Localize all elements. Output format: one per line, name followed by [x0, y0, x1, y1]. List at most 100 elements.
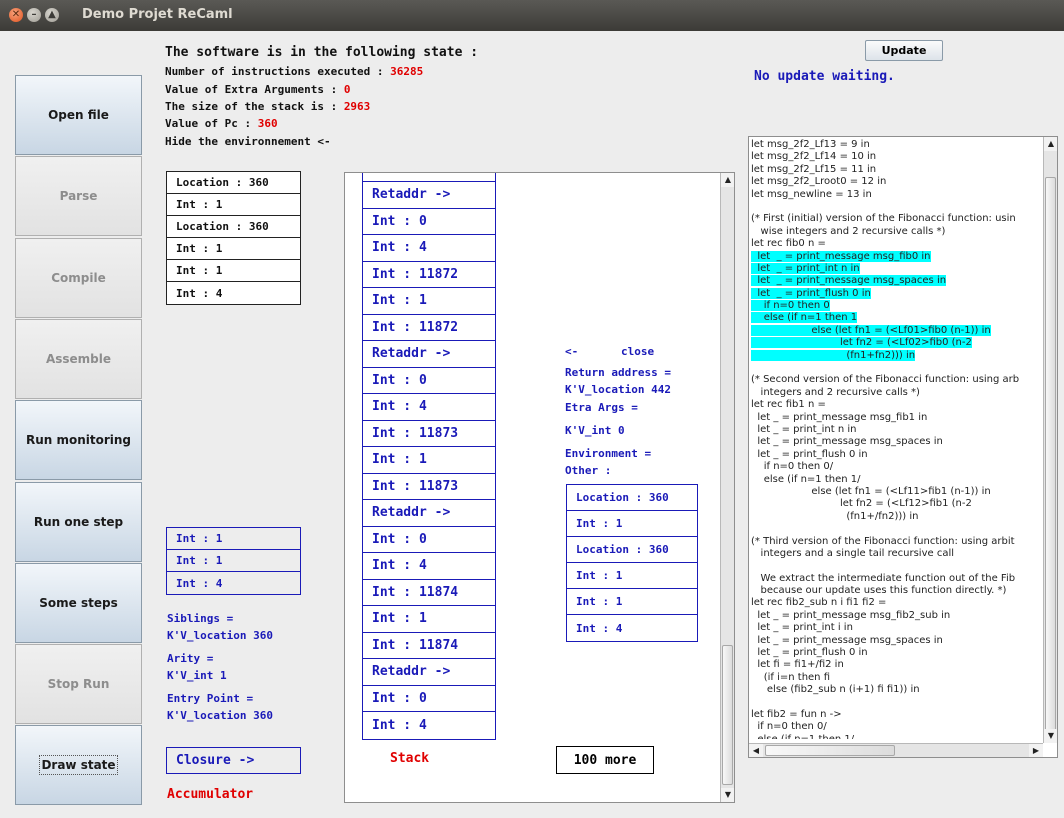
stack-size-label: The size of the stack is :: [165, 100, 344, 113]
code-line: let _ = print_flush 0 in: [751, 647, 1043, 659]
code-line: (if i=n then fi: [751, 672, 1043, 684]
minimize-icon[interactable]: –: [27, 8, 41, 22]
siblings-label: Siblings =: [167, 612, 234, 625]
code-line-text: else (if n=1 then 1/: [751, 734, 854, 739]
code-line-text: because our update uses this function di…: [751, 585, 1007, 597]
code-line-text: let msg_newline = 13 in: [751, 188, 872, 200]
code-line: because our update uses this function di…: [751, 585, 1043, 597]
code-line: let msg_2f2_Lroot0 = 12 in: [751, 176, 1043, 188]
stack-panel[interactable]: Retaddr -> Int : 0 Int : 4 Int : 11872 I…: [344, 172, 735, 803]
code-line-text: wise integers and 2 recursive calls *): [751, 225, 946, 237]
stack-column: Retaddr -> Int : 0 Int : 4 Int : 11872 I…: [362, 173, 496, 740]
code-text-area[interactable]: let msg_2f2_Lf13 = 9 in let msg_2f2_Lf14 …: [751, 139, 1043, 739]
environment-item: Int : 1: [167, 260, 300, 282]
scroll-up-icon[interactable]: ▲: [721, 173, 734, 187]
code-line-text: let _ = print_message msg_spaces in: [751, 634, 943, 646]
code-line: We extract the intermediate function out…: [751, 573, 1043, 585]
stack-cell: Int : 0: [363, 686, 495, 712]
environment-item: Location : 360: [167, 172, 300, 194]
scroll-down-icon[interactable]: ▼: [721, 788, 734, 802]
scroll-left-icon[interactable]: ◀: [749, 744, 763, 757]
stack-cell: [363, 173, 495, 182]
parse-button[interactable]: Parse: [15, 156, 142, 236]
code-line: let _ = print_flush 0 in: [751, 449, 1043, 461]
draw-state-label: Draw state: [39, 755, 118, 775]
close-arrow[interactable]: <-: [565, 345, 578, 358]
stack-cell[interactable]: Retaddr ->: [363, 182, 495, 209]
stop-run-button[interactable]: Stop Run: [15, 644, 142, 724]
code-panel[interactable]: let msg_2f2_Lf13 = 9 in let msg_2f2_Lf14 …: [748, 136, 1058, 758]
stack-vertical-scrollbar[interactable]: ▲ ▼: [720, 173, 734, 802]
code-line: let fi = fi1+/fi2 in: [751, 659, 1043, 671]
retaddr-env-item: Location : 360: [567, 485, 697, 511]
draw-state-button[interactable]: Draw state: [15, 725, 142, 805]
scroll-up-icon[interactable]: ▲: [1044, 137, 1057, 151]
stack-cell: Int : 11872: [363, 315, 495, 341]
code-line: let _ = print_int i in: [751, 622, 1043, 634]
accumulator-label: Accumulator: [167, 787, 254, 802]
update-button[interactable]: Update: [865, 40, 943, 61]
code-vertical-scrollbar[interactable]: ▲ ▼: [1043, 137, 1057, 743]
pc-line: Value of Pc : 360: [165, 117, 278, 130]
code-line: let fn2 = (<Lf12>fib1 (n-2: [751, 498, 1043, 510]
code-horizontal-scrollbar[interactable]: ◀ ▶: [749, 743, 1043, 757]
scroll-thumb[interactable]: [1045, 177, 1056, 731]
stack-cell: Int : 11873: [363, 474, 495, 500]
more-button[interactable]: 100 more: [556, 746, 654, 774]
code-line-text: let msg_2f2_Lroot0 = 12 in: [751, 176, 887, 188]
scroll-thumb[interactable]: [722, 645, 733, 785]
code-line: let msg_2f2_Lf14 = 10 in: [751, 151, 1043, 163]
stack-cell: Int : 1: [363, 606, 495, 633]
code-line: let rec fib0 n =: [751, 238, 1043, 250]
scroll-thumb[interactable]: [765, 745, 895, 756]
pc-label: Value of Pc :: [165, 117, 258, 130]
code-line-text: let _ = print_flush 0 in: [751, 287, 871, 299]
close-icon[interactable]: ✕: [9, 8, 23, 22]
code-line: (fn1+fn2))) in: [751, 349, 1043, 362]
code-line: integers and 2 recursive calls *): [751, 387, 1043, 399]
code-line-text: let rec fib1 n =: [751, 399, 826, 411]
some-steps-button[interactable]: Some steps: [15, 563, 142, 643]
stack-cell: Int : 1: [363, 447, 495, 474]
stack-size-value: 2963: [343, 100, 371, 113]
entry-point-label: Entry Point =: [167, 692, 254, 705]
closure-button[interactable]: Closure ->: [166, 747, 301, 774]
code-line-text: let _ = print_int n in: [751, 423, 857, 435]
stack-cell[interactable]: Retaddr ->: [363, 659, 495, 686]
maximize-icon[interactable]: ▲: [45, 8, 59, 22]
code-line: let rec fib1 n =: [751, 399, 1043, 411]
extra-args-label: Etra Args =: [565, 401, 638, 414]
run-monitoring-button[interactable]: Run monitoring: [15, 400, 142, 480]
code-line-text: (* Second version of the Fibonacci funct…: [751, 374, 1020, 386]
code-line: if n=0 then 0/: [751, 461, 1043, 473]
compile-button[interactable]: Compile: [15, 238, 142, 318]
scroll-down-icon[interactable]: ▼: [1044, 729, 1057, 743]
scroll-right-icon[interactable]: ▶: [1029, 744, 1043, 757]
hide-environment-link[interactable]: Hide the environnement <-: [165, 135, 331, 148]
code-line-text: else (let fn1 = (<Lf01>fib0 (n-1)) in: [751, 324, 991, 336]
code-line-text: let fn2 = (<Lf02>fib0 (n-2: [751, 337, 972, 349]
code-line: wise integers and 2 recursive calls *): [751, 226, 1043, 238]
code-line: let msg_2f2_Lf13 = 9 in: [751, 139, 1043, 151]
retaddr-env-item: Int : 4: [576, 621, 623, 635]
code-line: else (if n=1 then 1: [751, 312, 1043, 324]
stack-cell: Int : 11872: [363, 262, 495, 288]
pc-value: 360: [257, 117, 278, 130]
environment-item: Location : 360: [167, 216, 300, 238]
stack-cell: Int : 11873: [363, 421, 495, 447]
stack-cell[interactable]: Retaddr ->: [363, 500, 495, 527]
closure-value-item: Int : 1: [167, 550, 300, 572]
run-one-step-button[interactable]: Run one step: [15, 482, 142, 562]
assemble-button[interactable]: Assemble: [15, 319, 142, 399]
open-file-button[interactable]: Open file: [15, 75, 142, 155]
code-line-text: else (if n=1 then 1: [751, 312, 858, 324]
close-link[interactable]: close: [621, 345, 654, 358]
state-title: The software is in the following state :: [165, 45, 479, 60]
title-bar: ✕ – ▲ Demo Projet ReCaml: [0, 0, 1064, 31]
stack-label: Stack: [390, 751, 430, 766]
stack-cell[interactable]: Retaddr ->: [363, 341, 495, 368]
code-line: (fn1+/fn2))) in: [751, 511, 1043, 523]
